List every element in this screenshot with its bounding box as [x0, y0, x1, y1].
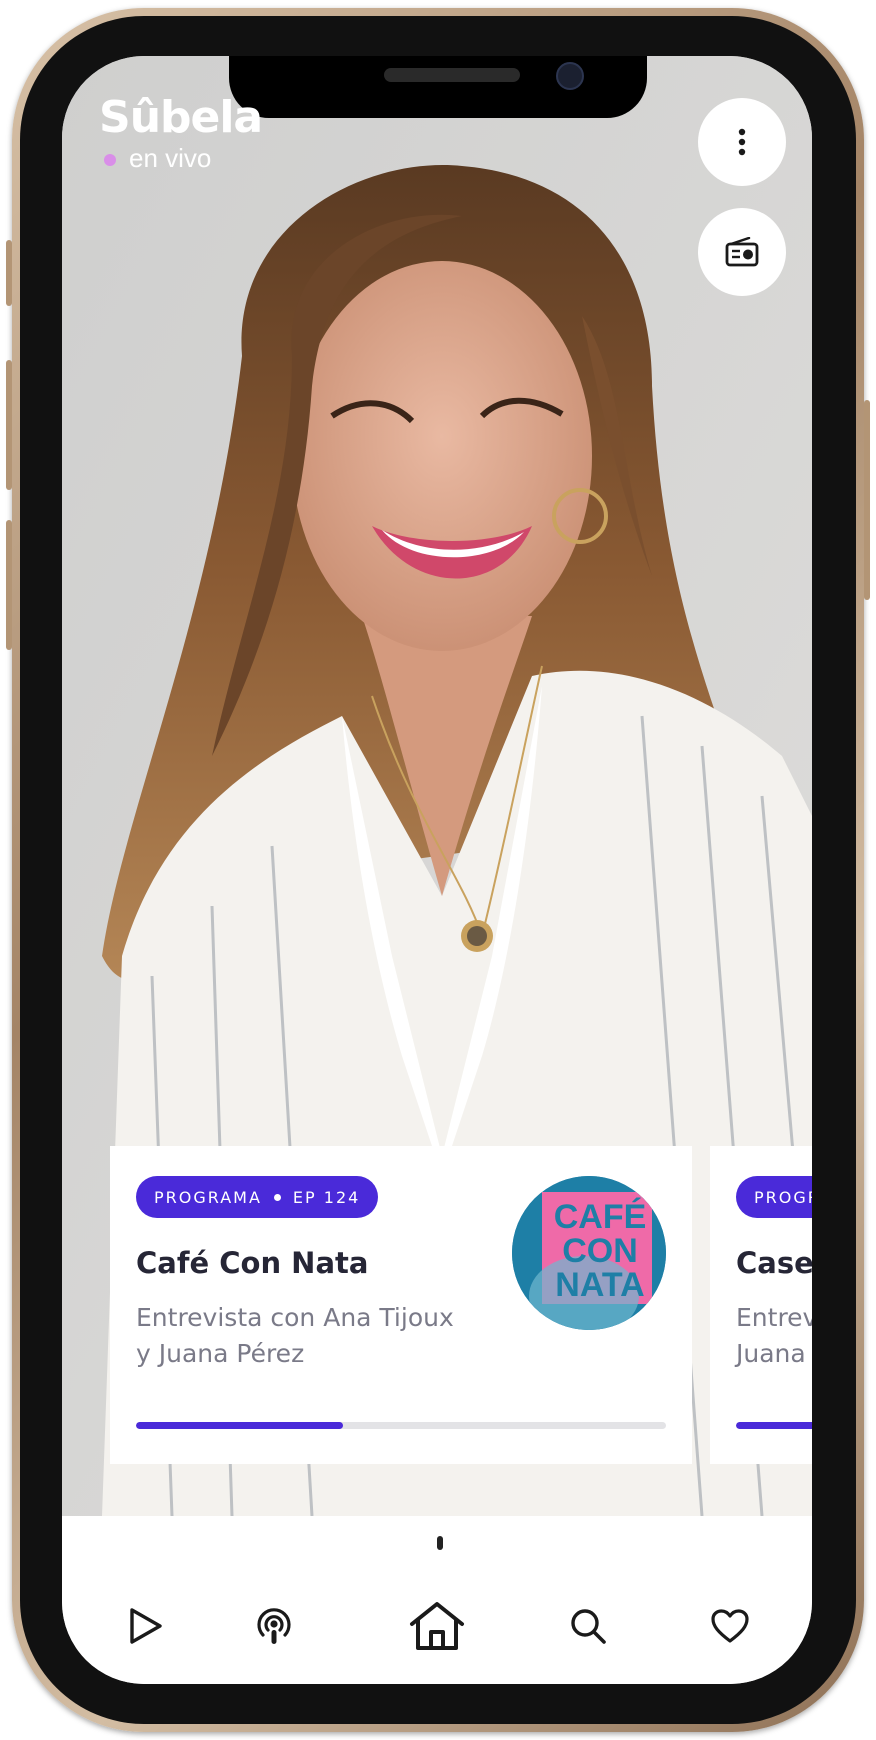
program-card[interactable]: PROGR Caser Entrev Juana — [710, 1146, 812, 1464]
program-card[interactable]: PROGRAMA EP 124 Café Con Nata Entrevista… — [110, 1146, 692, 1464]
speaker-grille — [384, 68, 520, 82]
sheet-handle[interactable] — [437, 1536, 443, 1550]
radio-icon — [725, 237, 759, 267]
cover-word: CON — [562, 1232, 638, 1270]
card-title: Café Con Nata — [136, 1246, 369, 1280]
badge-type: PROGR — [754, 1187, 812, 1207]
live-label[interactable]: en vivo — [129, 143, 211, 174]
cover-word: CAFÉ — [554, 1198, 647, 1236]
phone-side-button — [6, 360, 12, 490]
search-icon — [571, 1609, 606, 1644]
program-cover-art: CAFÉ CON NATA — [512, 1176, 666, 1330]
program-badge: PROGR — [736, 1176, 812, 1218]
nav-play[interactable] — [116, 1596, 176, 1656]
home-icon — [410, 1602, 464, 1650]
phone-side-button — [6, 240, 12, 306]
phone-notch — [229, 56, 647, 118]
phone-side-button — [864, 400, 870, 600]
badge-episode: EP 124 — [292, 1187, 361, 1207]
front-camera — [556, 62, 584, 90]
podcast-icon — [257, 1608, 291, 1644]
playback-progress-fill — [736, 1422, 812, 1429]
nav-home[interactable] — [402, 1596, 472, 1656]
program-badge: PROGRAMA EP 124 — [136, 1176, 379, 1218]
more-options-button[interactable] — [698, 98, 786, 186]
nav-podcasts[interactable] — [244, 1596, 304, 1656]
radio-button[interactable] — [698, 208, 786, 296]
card-description: Entrevista con Ana Tijoux y Juana Pérez — [136, 1303, 454, 1368]
playback-progress[interactable] — [736, 1422, 812, 1429]
badge-type: PROGRAMA — [154, 1187, 262, 1207]
badge-separator — [273, 1193, 281, 1201]
live-indicator-dot — [104, 154, 116, 166]
nav-favorites[interactable] — [700, 1596, 760, 1656]
card-title: Caser — [736, 1246, 812, 1280]
phone-side-button — [6, 520, 12, 650]
cover-word: NATA — [555, 1266, 644, 1304]
bottom-navigation — [62, 1516, 812, 1684]
more-vertical-icon — [738, 128, 746, 156]
play-icon — [130, 1608, 162, 1644]
playback-progress[interactable] — [136, 1422, 666, 1429]
card-description: Entrev Juana — [736, 1303, 812, 1368]
app-screen: Sûbela en vivo PROGRAMA EP 124 Café Con … — [62, 56, 812, 1684]
heart-icon — [711, 1609, 749, 1643]
app-logo: Sûbela — [99, 92, 263, 143]
playback-progress-fill — [136, 1422, 343, 1429]
nav-search[interactable] — [558, 1596, 618, 1656]
cover-art-graphic: CAFÉ CON NATA — [512, 1176, 666, 1330]
